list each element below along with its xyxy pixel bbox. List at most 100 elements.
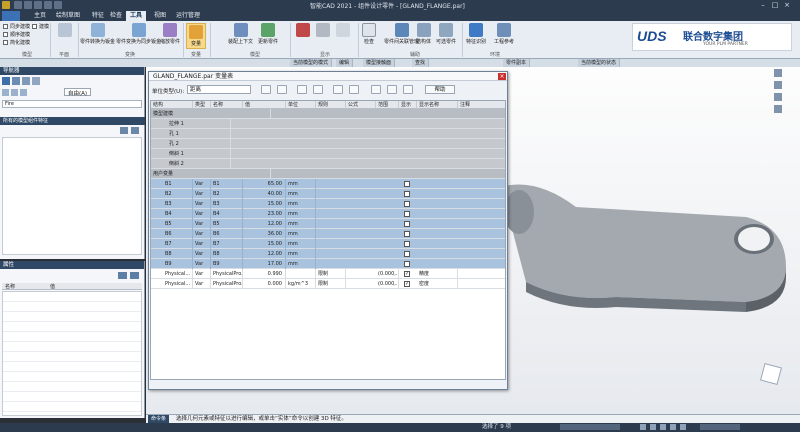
cell-type[interactable]: Var bbox=[193, 259, 211, 269]
inter-part-button[interactable]: 零件间关联管理 bbox=[384, 23, 419, 45]
unit-type-select[interactable]: 距离 bbox=[187, 85, 251, 94]
simplified-modeling-radio[interactable]: 简化建模 bbox=[3, 39, 30, 46]
cell-structure[interactable]: Physical... bbox=[151, 269, 193, 279]
display-checkbox[interactable] bbox=[404, 251, 410, 257]
edit-button[interactable]: 编辑 bbox=[336, 59, 354, 67]
status-search-field[interactable] bbox=[560, 424, 620, 430]
tab-tools[interactable]: 工具 bbox=[126, 11, 147, 21]
tree-item-label[interactable]: 拉伸 1 bbox=[151, 119, 231, 129]
collapse-icon[interactable] bbox=[20, 89, 27, 96]
table-row[interactable]: Physical... Var PhysicalPro... 0.000 kg/m^3 限… bbox=[151, 279, 505, 289]
display-checkbox[interactable] bbox=[404, 201, 410, 207]
section-label[interactable]: 模型建模 bbox=[151, 109, 271, 119]
status-icon-5[interactable] bbox=[680, 424, 686, 430]
minimize-button[interactable]: – bbox=[758, 1, 768, 9]
cell-value[interactable]: 0.990 bbox=[243, 269, 286, 279]
cell-type[interactable]: Var bbox=[193, 179, 211, 189]
display-checkbox[interactable] bbox=[404, 221, 410, 227]
tab-run-management[interactable]: 运行管理 bbox=[172, 11, 204, 21]
cell-unit[interactable] bbox=[286, 269, 316, 279]
cell-type[interactable]: Var bbox=[193, 209, 211, 219]
grid-header-col-name[interactable]: 名称 bbox=[211, 101, 243, 109]
display-checkbox[interactable] bbox=[404, 211, 410, 217]
tree-row[interactable]: 孔 2 bbox=[151, 139, 505, 149]
section-row-user-vars[interactable]: 用户变量 bbox=[151, 169, 505, 179]
tree-item-label[interactable]: 孔 2 bbox=[151, 139, 231, 149]
rotate-icon[interactable] bbox=[774, 93, 782, 101]
tab-sketch[interactable]: 绘制草图 bbox=[52, 11, 84, 21]
contact-face-button[interactable]: 模型接触面 bbox=[363, 59, 396, 67]
table-row[interactable]: B6 Var B6 36.00 mm bbox=[151, 229, 505, 239]
tree-row[interactable]: 倒斜 1 bbox=[151, 149, 505, 159]
find-button[interactable]: 查找 bbox=[412, 59, 430, 67]
cell-name[interactable]: B1 bbox=[211, 179, 243, 189]
sort-za-icon[interactable] bbox=[277, 85, 287, 94]
sync-sheetmetal-button[interactable]: 零件变换为同步钣金 bbox=[116, 23, 161, 45]
display-toggle-button[interactable] bbox=[316, 23, 330, 38]
cell-unit[interactable]: mm bbox=[286, 259, 316, 269]
properties-table[interactable] bbox=[2, 291, 142, 416]
view-options-icon[interactable] bbox=[774, 69, 782, 77]
filter-funnel-icon[interactable] bbox=[313, 85, 323, 94]
feature-recognition-button[interactable]: 特征识别 bbox=[466, 23, 486, 45]
delete-variable-icon[interactable] bbox=[349, 85, 359, 94]
expand-icon[interactable] bbox=[11, 89, 18, 96]
cell-unit[interactable]: mm bbox=[286, 199, 316, 209]
grid-header-col-value[interactable]: 值 bbox=[243, 101, 286, 109]
cell-structure[interactable]: B7 bbox=[151, 239, 193, 249]
cell-value[interactable]: 23.00 bbox=[243, 209, 286, 219]
panel-pin-icon[interactable] bbox=[131, 127, 139, 134]
tree-row[interactable]: 孔 1 bbox=[151, 129, 505, 139]
table-row[interactable]: B2 Var B2 40.00 mm bbox=[151, 189, 505, 199]
display-checkbox[interactable] bbox=[404, 261, 410, 267]
tree-icon[interactable] bbox=[2, 77, 10, 85]
tab-inspect[interactable]: 检查 bbox=[106, 11, 126, 21]
display-checkbox[interactable] bbox=[404, 241, 410, 247]
dialog-close-button[interactable]: × bbox=[498, 73, 506, 80]
cell-type[interactable]: Var bbox=[193, 189, 211, 199]
cell-structure[interactable]: B5 bbox=[151, 219, 193, 229]
cell-type[interactable]: Var bbox=[193, 269, 211, 279]
cell-type[interactable]: Var bbox=[193, 199, 211, 209]
tree-item-label[interactable]: 倒斜 2 bbox=[151, 159, 231, 169]
assembly-context-button[interactable]: 装配上下文 bbox=[228, 23, 253, 45]
status-icon-1[interactable] bbox=[640, 424, 646, 430]
view-icon[interactable] bbox=[2, 89, 9, 96]
cell-name[interactable]: B5 bbox=[211, 219, 243, 229]
cell-name[interactable]: B6 bbox=[211, 229, 243, 239]
app-logo-icon[interactable] bbox=[2, 1, 10, 9]
cell-unit[interactable]: mm bbox=[286, 249, 316, 259]
cell-unit[interactable]: mm bbox=[286, 189, 316, 199]
table-row[interactable]: B9 Var B9 17.00 mm bbox=[151, 259, 505, 269]
grid-header-col-type[interactable]: 类型 bbox=[193, 101, 211, 109]
model-state-button[interactable]: 当前模型的状态 bbox=[578, 59, 621, 67]
zoom-icon[interactable] bbox=[774, 81, 782, 89]
cell-name[interactable]: B2 bbox=[211, 189, 243, 199]
tree-item-label[interactable]: 倒斜 1 bbox=[151, 149, 231, 159]
optional-part-button[interactable]: 可选零件 bbox=[436, 23, 456, 45]
save-icon[interactable] bbox=[34, 1, 42, 9]
cell-type[interactable]: Var bbox=[193, 249, 211, 259]
props-settings-icon[interactable] bbox=[118, 272, 127, 279]
grid-header-col-unit[interactable]: 单位 bbox=[286, 101, 316, 109]
cell-range[interactable]: (0.000,... bbox=[376, 269, 399, 279]
file-menu-button[interactable] bbox=[2, 11, 20, 21]
sort-icon[interactable] bbox=[32, 77, 40, 85]
cell-unit[interactable]: mm bbox=[286, 209, 316, 219]
new-file-icon[interactable] bbox=[14, 1, 22, 9]
structure-button[interactable]: 结构体 bbox=[416, 23, 431, 45]
cell-value[interactable]: 36.00 bbox=[243, 229, 286, 239]
layers-icon[interactable] bbox=[12, 77, 20, 85]
plane-button[interactable] bbox=[58, 23, 72, 38]
table-row[interactable]: B7 Var B7 15.00 mm bbox=[151, 239, 505, 249]
redo-icon[interactable] bbox=[54, 1, 62, 9]
table-row[interactable]: B8 Var B8 12.00 mm bbox=[151, 249, 505, 259]
cell-value[interactable]: 15.00 bbox=[243, 199, 286, 209]
table-row[interactable]: B3 Var B3 15.00 mm bbox=[151, 199, 505, 209]
undo-icon[interactable] bbox=[44, 1, 52, 9]
cell-name[interactable]: PhysicalPro... bbox=[211, 269, 243, 279]
sync-modeling-radio[interactable]: 同步建模 bbox=[3, 23, 30, 30]
cell-value[interactable]: 17.00 bbox=[243, 259, 286, 269]
modeling-extra-radio[interactable]: 建模 bbox=[32, 23, 49, 30]
cell-name[interactable]: B7 bbox=[211, 239, 243, 249]
